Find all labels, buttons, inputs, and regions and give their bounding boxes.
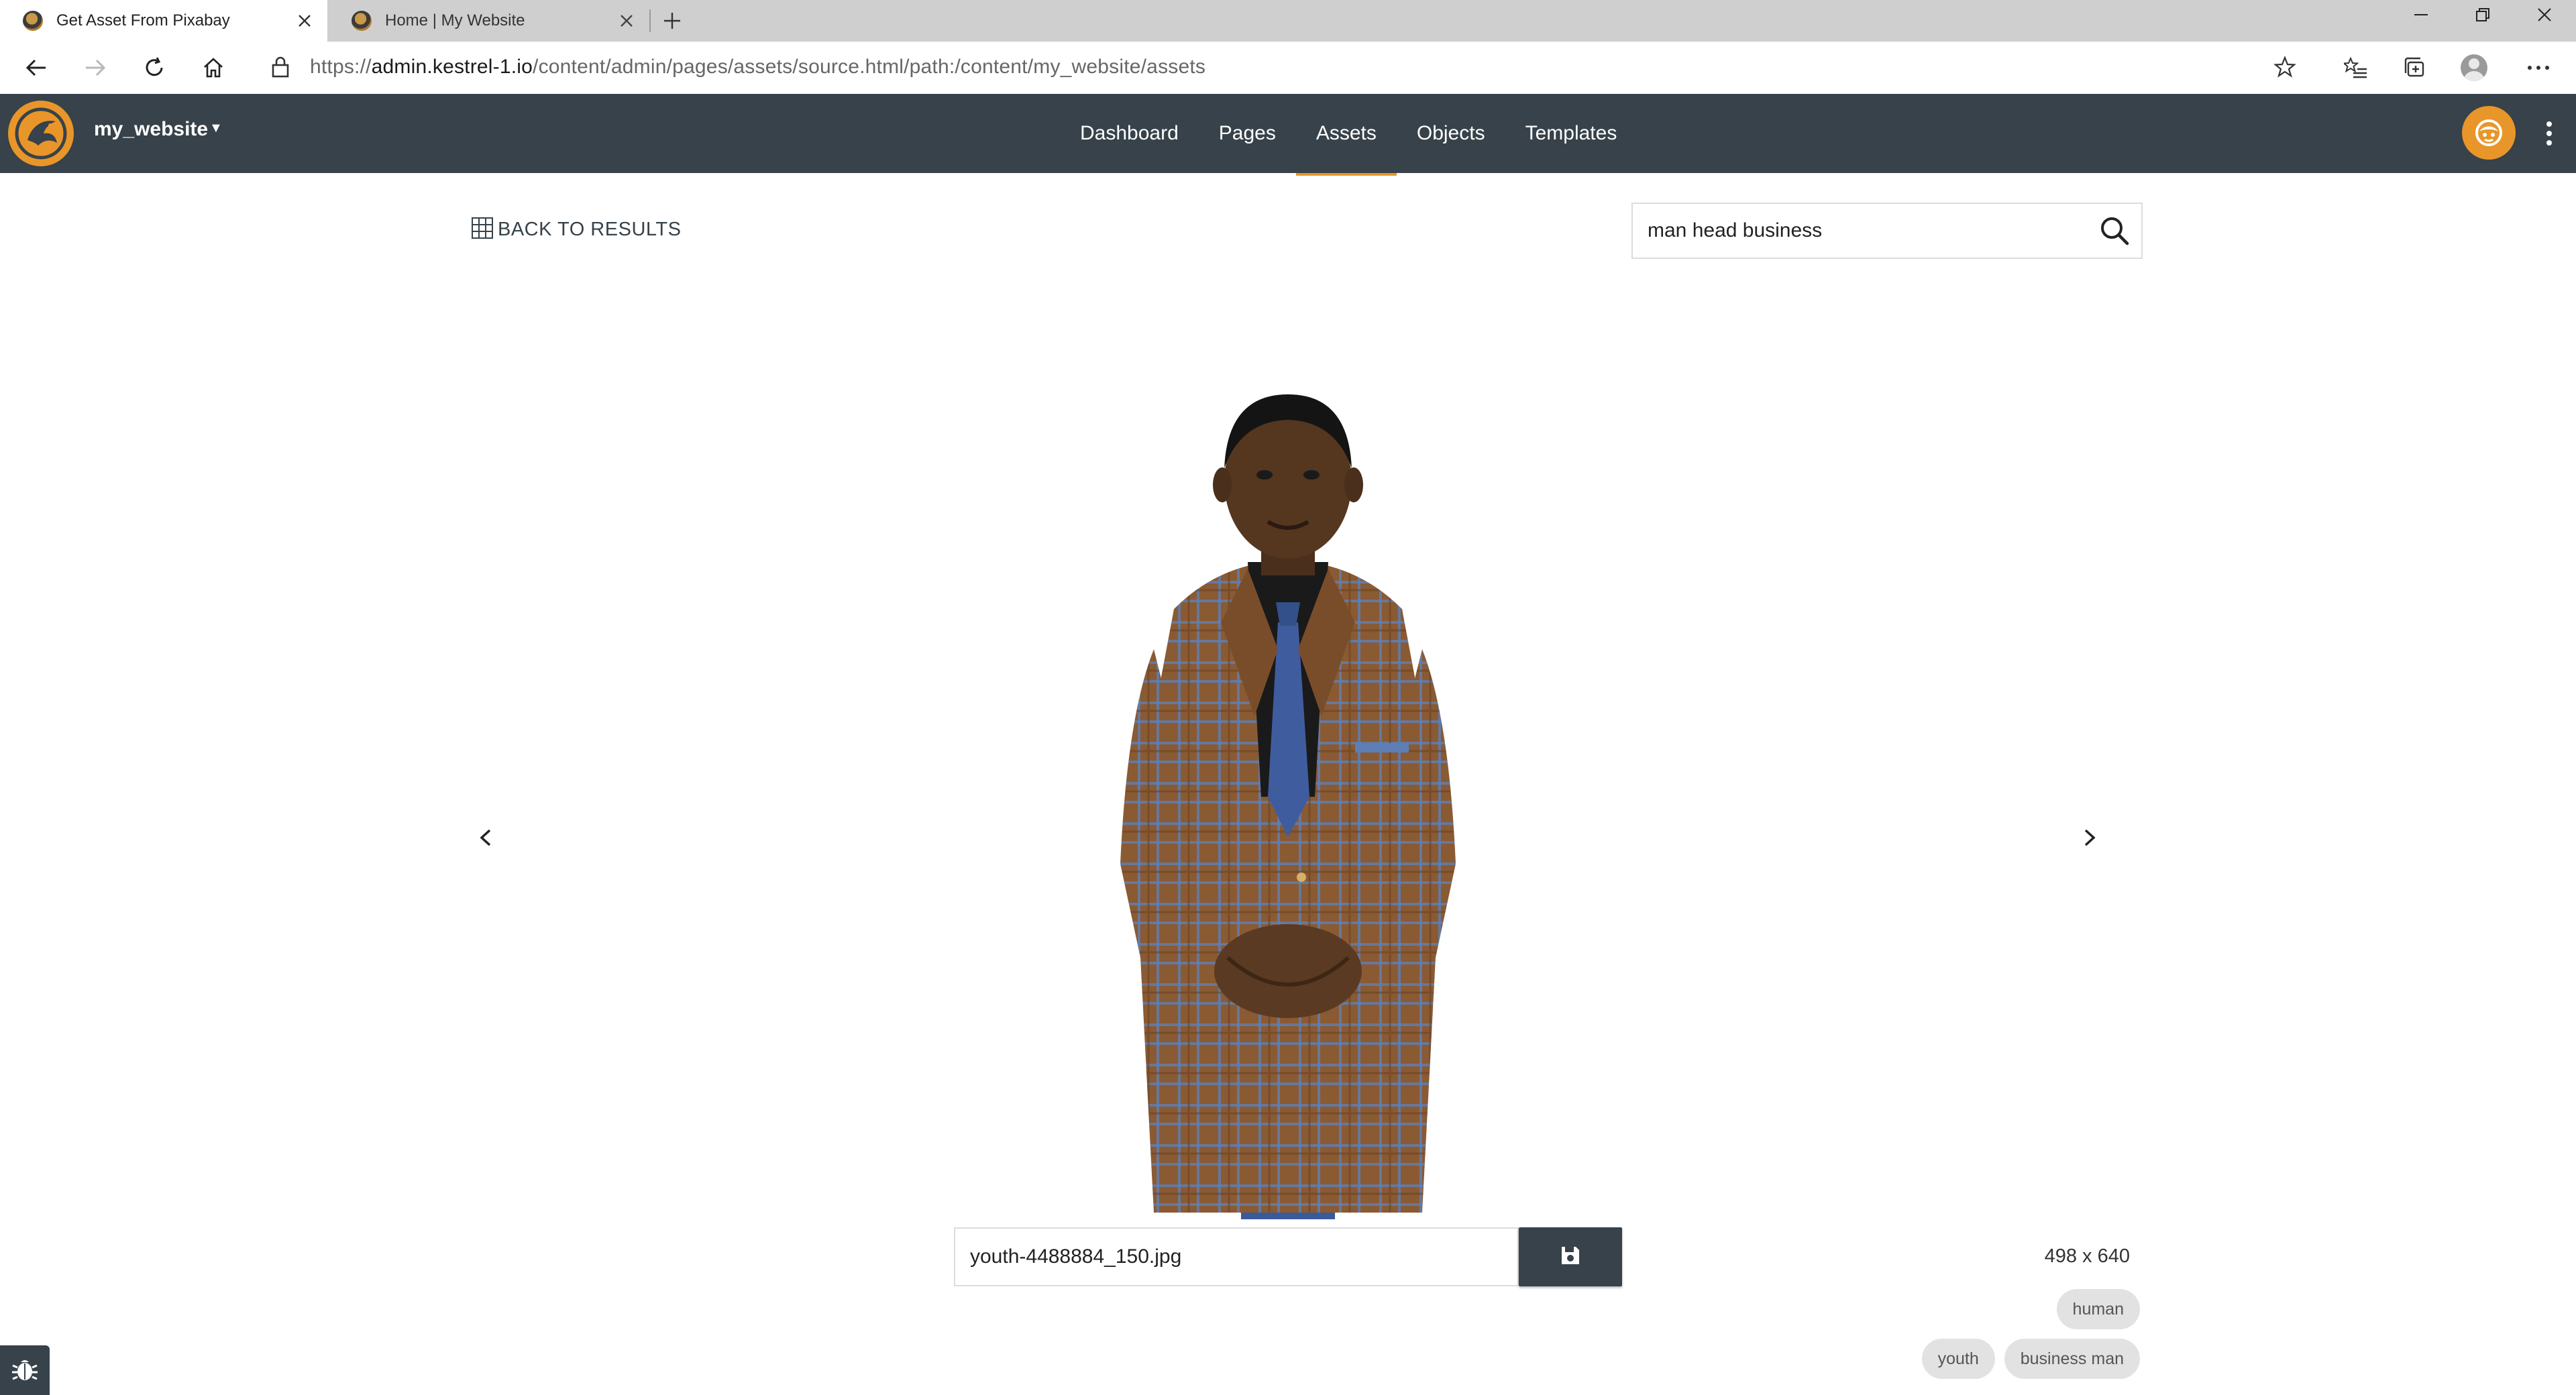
nav-pages[interactable]: Pages — [1199, 94, 1296, 173]
user-avatar[interactable] — [2462, 106, 2516, 160]
site-favicon-icon — [352, 11, 372, 31]
kestrel-logo-icon[interactable] — [8, 101, 74, 166]
forward-arrow-icon[interactable] — [78, 50, 113, 85]
restore-icon[interactable] — [2453, 0, 2513, 30]
browser-tab-strip: Get Asset From Pixabay Home | My Website — [0, 0, 2576, 42]
browser-toolbar: https://admin.kestrel-1.io/content/admin… — [0, 42, 2576, 94]
address-bar[interactable]: https://admin.kestrel-1.io/content/admin… — [254, 47, 2316, 87]
search-icon[interactable] — [2088, 204, 2141, 258]
back-arrow-icon[interactable] — [19, 50, 54, 85]
browser-tab-inactive[interactable]: Home | My Website — [329, 0, 649, 42]
app-menu-icon[interactable] — [2536, 118, 2563, 149]
tag-human[interactable]: human — [2056, 1289, 2140, 1329]
search-input[interactable] — [1633, 219, 2088, 243]
tab-title: Home | My Website — [385, 11, 525, 30]
lock-icon[interactable] — [267, 54, 294, 80]
search-box — [1631, 203, 2143, 259]
tag-business-man[interactable]: business man — [2004, 1339, 2140, 1379]
app-header: my_website ▼ Dashboard Pages Assets Obje… — [0, 94, 2576, 176]
caret-down-icon[interactable]: ▼ — [209, 121, 223, 136]
nav-assets[interactable]: Assets — [1295, 94, 1397, 176]
site-selector[interactable]: my_website — [94, 118, 208, 141]
browser-menu-icon[interactable] — [2521, 50, 2556, 85]
filename-input[interactable] — [955, 1229, 1517, 1285]
main-nav: Dashboard Pages Assets Objects Templates — [1060, 94, 1638, 176]
minimize-icon[interactable] — [2391, 0, 2451, 30]
new-tab-plus-icon[interactable] — [657, 7, 687, 34]
browser-tab-active[interactable]: Get Asset From Pixabay — [0, 0, 327, 42]
nav-dashboard[interactable]: Dashboard — [1060, 94, 1199, 173]
back-to-results-link[interactable]: BACK TO RESULTS — [471, 216, 681, 243]
back-to-results-label: BACK TO RESULTS — [498, 218, 682, 240]
tab-close-icon[interactable] — [613, 7, 640, 34]
nav-templates[interactable]: Templates — [1505, 94, 1638, 173]
url-path: /content/admin/pages/assets/source.html/… — [533, 56, 1206, 78]
favorite-star-icon[interactable] — [2271, 54, 2298, 80]
nav-objects[interactable]: Objects — [1397, 94, 1505, 173]
tab-close-icon[interactable] — [291, 7, 318, 34]
tab-separator — [649, 9, 651, 32]
collections-icon[interactable] — [2398, 50, 2432, 85]
chevron-left-icon[interactable] — [469, 821, 502, 854]
bug-icon — [10, 1354, 40, 1387]
home-icon[interactable] — [196, 50, 231, 85]
floppy-disk-icon — [1560, 1245, 1581, 1270]
url-scheme: https:// — [310, 56, 372, 78]
refresh-icon[interactable] — [137, 50, 172, 85]
tab-title: Get Asset From Pixabay — [56, 11, 230, 30]
save-button[interactable] — [1519, 1227, 1622, 1286]
profile-icon[interactable] — [2457, 50, 2491, 85]
asset-preview-image — [1046, 368, 1529, 1219]
close-window-icon[interactable] — [2514, 0, 2575, 30]
debug-button[interactable] — [0, 1345, 50, 1395]
site-favicon-icon — [23, 11, 43, 31]
image-dimensions: 498 x 640 — [2044, 1245, 2130, 1267]
chevron-right-icon[interactable] — [2073, 821, 2106, 854]
tag-list: human youth business man — [1805, 1289, 2140, 1388]
grid-icon — [471, 217, 494, 243]
url-text[interactable]: https://admin.kestrel-1.io/content/admin… — [310, 56, 1205, 78]
tag-youth[interactable]: youth — [1921, 1339, 1995, 1379]
filename-field — [954, 1227, 1519, 1286]
favorites-list-icon[interactable] — [2339, 50, 2373, 85]
url-host: admin.kestrel-1.io — [371, 56, 533, 78]
